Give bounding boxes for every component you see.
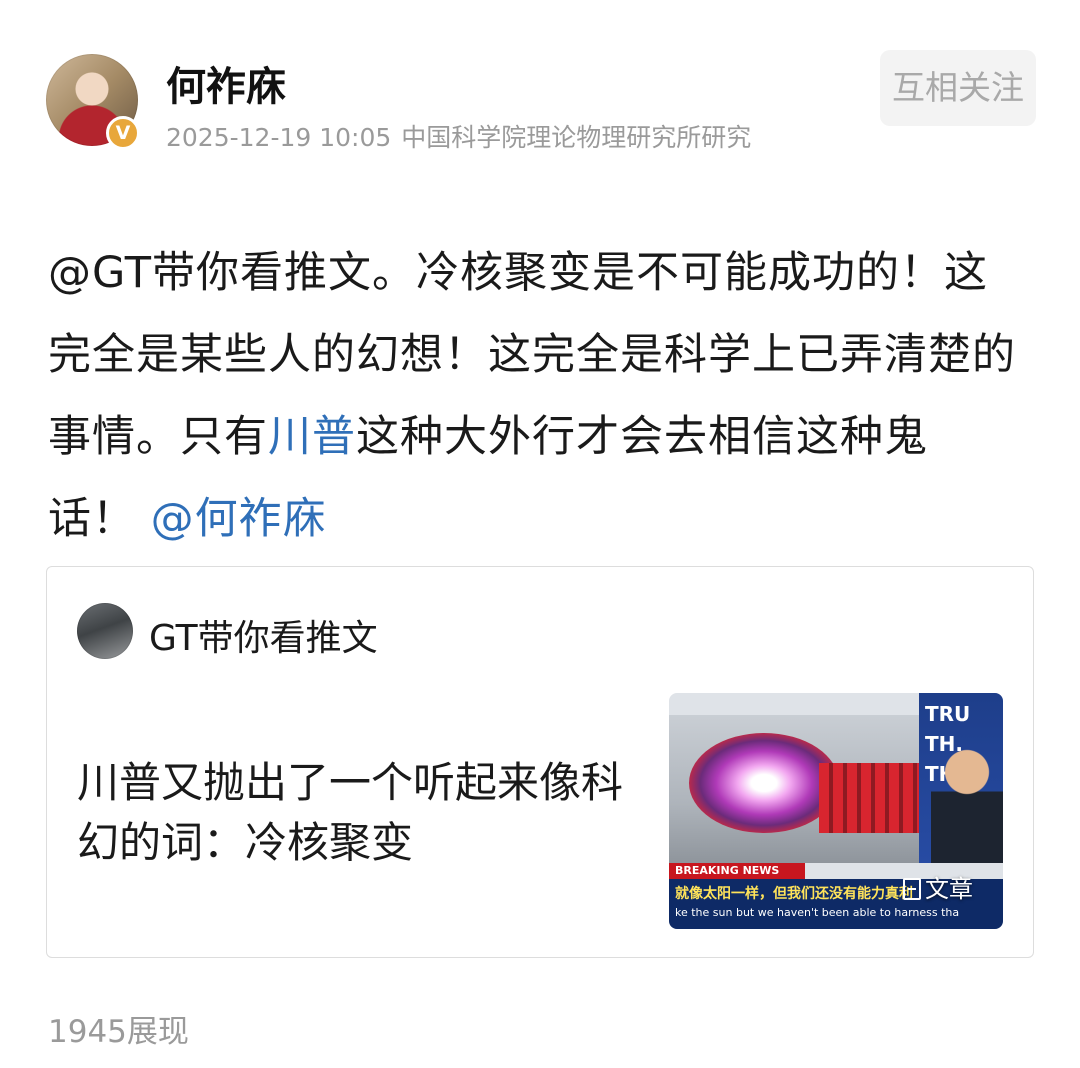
article-type-label: 文章 [903,869,973,904]
topic-link-trump[interactable]: 川普 [268,412,356,462]
article-thumbnail[interactable]: TRU TH. TH BREAKING NEWS 就像太阳一样，但我们还没有能力… [669,693,1003,929]
verified-badge-icon: V [106,116,140,150]
quoted-author-avatar[interactable] [77,603,133,659]
thumbnail-plasma-ring [689,733,839,833]
mention-link[interactable]: @何祚庥 [151,494,327,544]
post-source: 中国科学院理论物理研究所研究 [401,123,752,152]
thumbnail-person [931,733,1003,863]
thumbnail-coils [819,763,919,833]
post-meta: 2025-12-19 10:05 中国科学院理论物理研究所研究 [166,118,836,154]
article-title: 川普又抛出了一个听起来像科幻的词：冷核聚变 [77,758,624,867]
mutual-follow-button[interactable]: 互相关注 [880,50,1036,126]
quoted-author-name[interactable]: GT带你看推文 [149,609,378,661]
article-type-text: 文章 [925,875,973,903]
post-body: @GT带你看推文。冷核聚变是不可能成功的！这完全是某些人的幻想！这完全是科学上已… [48,232,1018,560]
view-count: 1945展现 [48,1014,189,1050]
quoted-article-card[interactable]: GT带你看推文 川普又抛出了一个听起来像科幻的词：冷核聚变 TRU TH. TH… [46,566,1034,958]
author-name[interactable]: 何祚庥 [166,54,286,112]
ticker-english: ke the sun but we haven't been able to h… [675,906,960,919]
post-timestamp: 2025-12-19 10:05 [166,123,392,152]
breaking-news-banner: BREAKING NEWS [669,863,805,879]
post-header: V 何祚庥 2025-12-19 10:05 中国科学院理论物理研究所研究 互相关… [46,50,1036,160]
document-icon [903,878,921,900]
